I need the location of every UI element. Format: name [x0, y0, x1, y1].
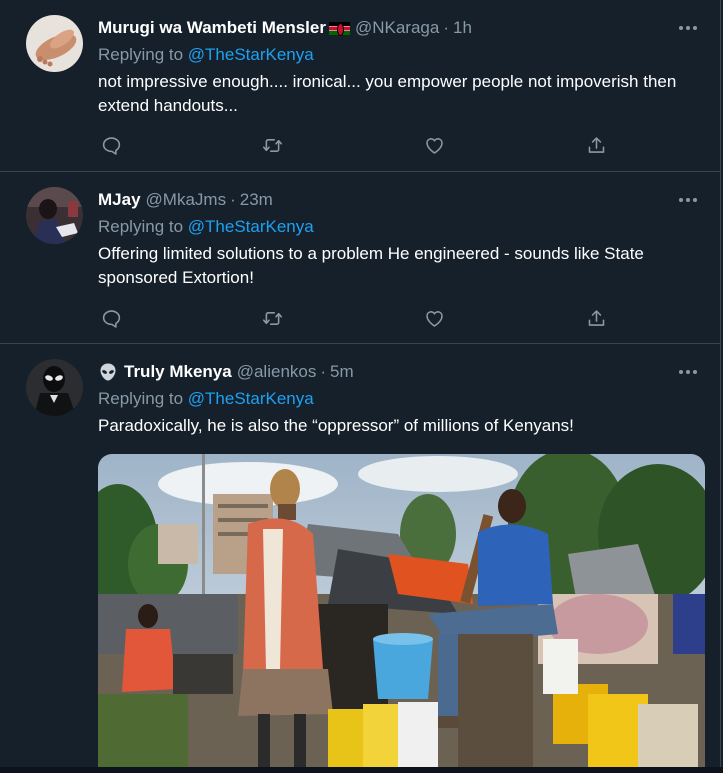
tweet[interactable]: MJay @MkaJms · 23m Replying to @TheStarK…	[0, 172, 721, 344]
mention-link[interactable]: @TheStarKenya	[188, 389, 314, 408]
like-icon[interactable]	[421, 132, 447, 158]
replying-label: Replying to	[98, 217, 188, 236]
mention-link[interactable]: @TheStarKenya	[188, 45, 314, 64]
reply-icon[interactable]	[98, 305, 124, 331]
like-icon[interactable]	[421, 305, 447, 331]
replying-label: Replying to	[98, 389, 188, 408]
tweet-text: not impressive enough.... ironical... yo…	[98, 72, 677, 115]
retweet-icon[interactable]	[259, 305, 285, 331]
replying-to: Replying to @TheStarKenya	[98, 217, 700, 241]
avatar[interactable]	[26, 359, 83, 416]
share-icon[interactable]	[583, 132, 609, 158]
replying-to: Replying to @TheStarKenya	[98, 389, 700, 413]
tweet[interactable]: Murugi wa Wambeti Mensler @NKaraga · 1h …	[0, 0, 721, 172]
display-name[interactable]: Murugi wa Wambeti Mensler	[98, 18, 326, 38]
replying-label: Replying to	[98, 45, 188, 64]
more-icon[interactable]	[676, 16, 700, 40]
tweet-text: Offering limited solutions to a problem …	[98, 244, 644, 287]
separator: ·	[320, 362, 327, 381]
separator: ·	[443, 18, 449, 37]
display-name[interactable]: MJay	[98, 190, 141, 210]
more-icon[interactable]	[676, 188, 700, 212]
avatar[interactable]	[26, 15, 83, 72]
alien-icon	[98, 362, 118, 382]
bottom-edge	[0, 767, 723, 773]
share-icon[interactable]	[583, 305, 609, 331]
mention-link[interactable]: @TheStarKenya	[188, 217, 314, 236]
retweet-icon[interactable]	[259, 132, 285, 158]
timestamp[interactable]: 5m	[330, 362, 354, 382]
tweet-actions	[98, 305, 618, 331]
display-name[interactable]: Truly Mkenya	[124, 362, 232, 382]
tweet-text: Paradoxically, he is also the “oppressor…	[98, 416, 574, 435]
timestamp[interactable]: 23m	[240, 190, 273, 210]
avatar[interactable]	[26, 187, 83, 244]
reply-icon[interactable]	[98, 132, 124, 158]
handle[interactable]: @alienkos	[237, 362, 317, 382]
tweet-actions	[98, 132, 618, 158]
separator: ·	[230, 190, 236, 209]
replying-to: Replying to @TheStarKenya	[98, 45, 700, 69]
handle[interactable]: @MkaJms	[146, 190, 227, 210]
tweet-photo[interactable]	[98, 454, 705, 773]
timestamp[interactable]: 1h	[453, 18, 472, 38]
more-icon[interactable]	[676, 360, 700, 384]
kenya-flag-icon	[328, 21, 350, 36]
handle[interactable]: @NKaraga	[355, 18, 439, 38]
